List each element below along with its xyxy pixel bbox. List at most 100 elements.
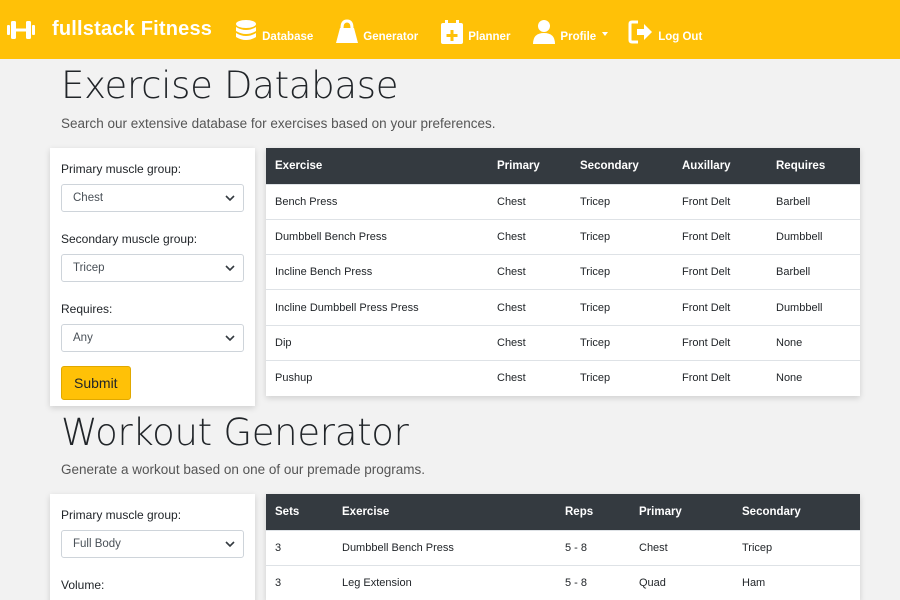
chevron-down-icon xyxy=(225,265,235,272)
table-cell: Chest xyxy=(488,183,571,220)
database-icon xyxy=(236,19,257,40)
table-header-row: Exercise Primary Secondary Auxillary Req… xyxy=(266,148,860,184)
table-cell: Barbell xyxy=(767,183,860,220)
sign-out-icon xyxy=(628,20,653,43)
requires-label: Requires: xyxy=(61,302,113,316)
table-cell: Tricep xyxy=(733,529,860,566)
table-cell: Tricep xyxy=(571,324,673,361)
secondary-muscle-select[interactable]: Tricep xyxy=(61,254,244,282)
nav-generator-label: Generator xyxy=(363,30,419,43)
database-filter-card: Primary muscle group: Chest Secondary mu… xyxy=(50,148,255,406)
table-cell: Front Delt xyxy=(673,359,767,396)
column-header: Primary xyxy=(630,494,733,530)
table-cell: Chest xyxy=(630,529,733,566)
table-cell: Incline Dumbbell Press Press xyxy=(266,289,488,326)
secondary-muscle-label: Secondary muscle group: xyxy=(61,232,198,246)
table-row: Incline Dumbbell Press Press Chest Trice… xyxy=(266,289,860,326)
column-header: Reps xyxy=(556,494,630,530)
generator-filter-card: Primary muscle group: Full Body Volume: xyxy=(50,494,255,600)
table-cell: 3 xyxy=(266,564,333,600)
brand-name: fullstack Fitness xyxy=(52,18,213,40)
navbar: fullstack Fitness Database Generator Pla… xyxy=(0,0,900,59)
table-cell: 5 - 8 xyxy=(556,564,630,600)
generator-primary-select[interactable]: Full Body xyxy=(61,530,244,558)
generator-title: Workout Generator xyxy=(61,411,409,454)
table-cell: Tricep xyxy=(571,183,673,220)
table-cell: Front Delt xyxy=(673,289,767,326)
chevron-down-icon xyxy=(225,195,235,202)
user-icon xyxy=(533,19,556,44)
generator-primary-value: Full Body xyxy=(73,538,121,550)
submit-button[interactable]: Submit xyxy=(61,366,131,400)
dumbbell-icon xyxy=(7,20,35,39)
table-cell: None xyxy=(767,359,860,396)
table-row: Bench Press Chest Tricep Front Delt Barb… xyxy=(266,183,860,220)
table-row: Pushup Chest Tricep Front Delt None xyxy=(266,359,860,396)
table-cell: Front Delt xyxy=(673,218,767,255)
brand-link[interactable]: fullstack Fitness xyxy=(6,18,212,41)
table-cell: Tricep xyxy=(571,218,673,255)
table-row: Incline Bench Press Chest Tricep Front D… xyxy=(266,254,860,290)
column-header: Sets xyxy=(266,494,333,530)
generator-subtitle: Generate a workout based on one of our p… xyxy=(61,462,425,477)
table-cell: Chest xyxy=(488,324,571,361)
table-cell: Dumbbell xyxy=(767,218,860,255)
table-cell: Chest xyxy=(488,289,571,326)
column-header: Requires xyxy=(767,148,860,184)
table-row: Dumbbell Bench Press Chest Tricep Front … xyxy=(266,218,860,255)
generator-primary-label: Primary muscle group: xyxy=(61,508,182,522)
table-cell: Chest xyxy=(488,218,571,255)
column-header: Secondary xyxy=(733,494,860,530)
table-cell: Ham xyxy=(733,564,860,600)
table-cell: Dumbbell xyxy=(767,289,860,326)
table-cell: Front Delt xyxy=(673,254,767,290)
table-cell: Dumbbell Bench Press xyxy=(333,529,556,566)
secondary-muscle-value: Tricep xyxy=(73,262,105,274)
table-cell: Chest xyxy=(488,359,571,396)
table-cell: Bench Press xyxy=(266,183,488,220)
table-row: 3 Leg Extension 5 - 8 Quad Ham xyxy=(266,564,860,600)
table-cell: Chest xyxy=(488,254,571,290)
nav-generator[interactable]: Generator xyxy=(335,15,418,45)
chevron-down-icon xyxy=(225,541,235,548)
requires-value: Any xyxy=(73,332,93,344)
nav-logout[interactable]: Log Out xyxy=(628,15,702,45)
nav-profile-dropdown[interactable]: Profile xyxy=(532,15,609,45)
nav-database-label: Database xyxy=(262,30,314,43)
primary-muscle-label: Primary muscle group: xyxy=(61,162,182,176)
nav-profile-label: Profile xyxy=(560,30,597,43)
kettlebell-icon xyxy=(336,18,359,43)
table-cell: Barbell xyxy=(767,254,860,290)
column-header: Primary xyxy=(488,148,571,184)
table-cell: Pushup xyxy=(266,359,488,396)
chevron-down-icon xyxy=(225,335,235,342)
table-cell: Leg Extension xyxy=(333,564,556,600)
column-header: Auxillary xyxy=(673,148,767,184)
exercise-table: Exercise Primary Secondary Auxillary Req… xyxy=(266,148,860,396)
requires-select[interactable]: Any xyxy=(61,324,244,352)
volume-label: Volume: xyxy=(61,578,105,592)
table-cell: Tricep xyxy=(571,289,673,326)
database-title: Exercise Database xyxy=(61,64,399,107)
column-header: Exercise xyxy=(333,494,556,530)
table-row: 3 Dumbbell Bench Press 5 - 8 Chest Trice… xyxy=(266,529,860,566)
table-cell: None xyxy=(767,324,860,361)
table-cell: Quad xyxy=(630,564,733,600)
database-subtitle: Search our extensive database for exerci… xyxy=(61,116,496,131)
nav-planner[interactable]: Planner xyxy=(440,15,510,45)
table-cell: Incline Bench Press xyxy=(266,254,488,290)
table-cell: Tricep xyxy=(571,359,673,396)
nav-database[interactable]: Database xyxy=(234,15,313,45)
table-cell: Front Delt xyxy=(673,183,767,220)
table-cell: Front Delt xyxy=(673,324,767,361)
table-cell: 5 - 8 xyxy=(556,529,630,566)
calendar-plus-icon xyxy=(441,19,464,44)
nav-logout-label: Log Out xyxy=(658,30,703,43)
workout-table: Sets Exercise Reps Primary Secondary 3 D… xyxy=(266,494,860,600)
table-cell: Dip xyxy=(266,324,488,361)
table-cell: 3 xyxy=(266,529,333,566)
table-cell: Tricep xyxy=(571,254,673,290)
primary-muscle-select[interactable]: Chest xyxy=(61,184,244,212)
primary-muscle-value: Chest xyxy=(73,192,104,204)
column-header: Secondary xyxy=(571,148,673,184)
